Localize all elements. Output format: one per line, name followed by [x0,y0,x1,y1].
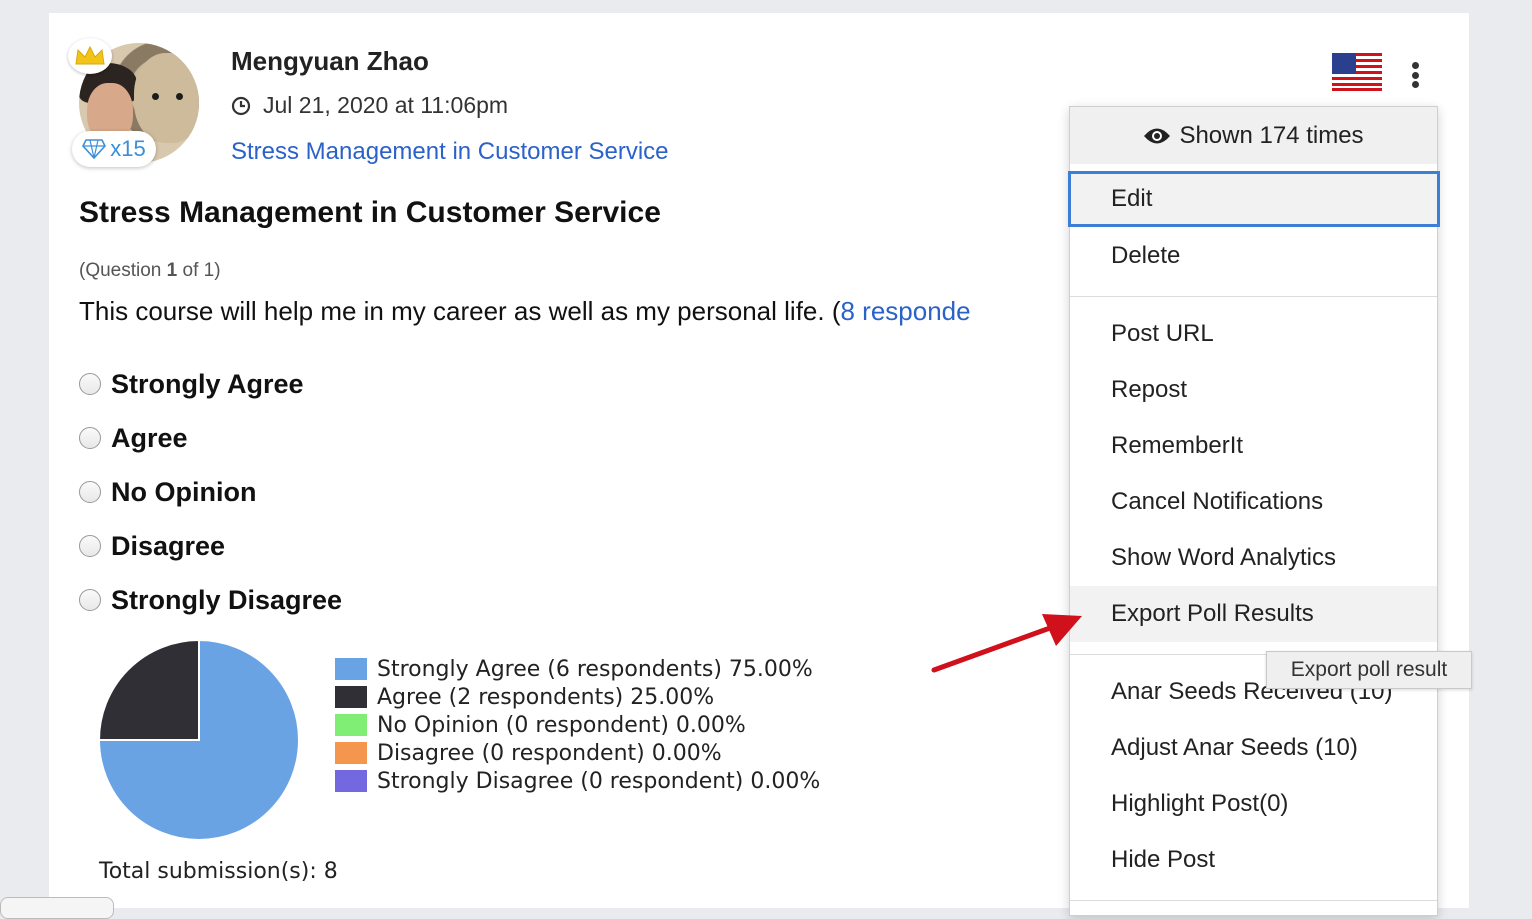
post-title: Stress Management in Customer Service [79,196,661,229]
menu-item-post-url[interactable]: Post URL [1070,306,1437,362]
post-options-menu: Shown 174 times Edit Delete Post URL Rep… [1068,106,1440,916]
clock-icon [231,96,251,115]
legend-entry-4: Strongly Disagree (0 respondent) 0.00% [335,767,820,795]
chart-legend: Strongly Agree (6 respondents) 75.00% Agr… [335,655,820,795]
total-submissions: Total submission(s): 8 [99,859,338,884]
legend-label: No Opinion (0 respondent) 0.00% [377,712,746,738]
menu-item-adjust-anar-seeds[interactable]: Adjust Anar Seeds (10) [1070,720,1437,776]
legend-swatch [335,658,367,680]
option-label: Disagree [111,530,226,561]
menu-divider [1070,296,1437,297]
question-suffix: of 1) [177,260,221,281]
radio-button[interactable] [79,427,101,449]
legend-label: Agree (2 respondents) 25.00% [377,684,715,710]
author-name[interactable]: Mengyuan Zhao [231,46,429,77]
question-number: (Question 1 of 1) [79,260,221,282]
eye-icon [1144,128,1171,143]
menu-item-hide-post[interactable]: Hide Post [1070,832,1437,888]
us-flag-icon[interactable] [1332,53,1382,91]
menu-item-highlight-post[interactable]: Highlight Post(0) [1070,776,1437,832]
avatar-dog [134,53,199,143]
poll-option[interactable]: Agree [79,411,342,465]
question-current: 1 [166,260,178,281]
badge-count: x15 [110,136,146,161]
shown-count-text: Shown 174 times [1179,121,1364,149]
radio-button[interactable] [79,589,101,611]
poll-option[interactable]: Strongly Agree [79,357,342,411]
option-label: Strongly Agree [111,368,304,399]
topic-link[interactable]: Stress Management in Customer Service [231,138,669,166]
menu-item-export-poll-results[interactable]: Export Poll Results [1070,586,1437,642]
timestamp-text: Jul 21, 2020 at 11:06pm [263,92,509,118]
dog-eye [176,93,183,100]
shown-count: Shown 174 times [1070,107,1437,164]
legend-swatch [335,770,367,792]
question-prefix: (Question [79,260,167,281]
menu-item-rememberit[interactable]: RememberIt [1070,418,1437,474]
window-corner [0,897,114,919]
legend-entry-3: Disagree (0 respondent) 0.00% [335,739,820,767]
menu-item-repost[interactable]: Repost [1070,362,1437,418]
results-pie-chart [97,638,300,841]
menu-item-edit[interactable]: Edit [1068,171,1440,227]
diamond-icon [82,139,107,159]
post-timestamp: Jul 21, 2020 at 11:06pm [231,92,508,119]
crown-icon [68,38,112,74]
legend-swatch [335,714,367,736]
legend-entry-1: Agree (2 respondents) 25.00% [335,683,820,711]
export-tooltip: Export poll result [1266,651,1472,689]
menu-item-delete[interactable]: Delete [1070,228,1437,284]
annotation-arrow-icon [931,614,1082,673]
question-body: This course will help me in my career as… [79,296,841,326]
diamond-badge: x15 [72,131,156,167]
legend-swatch [335,742,367,764]
legend-entry-0: Strongly Agree (6 respondents) 75.00% [335,655,820,683]
menu-item-show-word-analytics[interactable]: Show Word Analytics [1070,530,1437,586]
respondents-link[interactable]: 8 responde [840,296,970,326]
dog-eye [152,93,159,100]
radio-button[interactable] [79,373,101,395]
question-text: This course will help me in my career as… [79,296,971,327]
more-options-icon[interactable] [1403,58,1427,92]
radio-button[interactable] [79,535,101,557]
option-label: No Opinion [111,476,257,507]
poll-options: Strongly Agree Agree No Opinion Disagree… [79,357,342,627]
option-label: Strongly Disagree [111,584,343,615]
option-label: Agree [111,422,188,453]
poll-option[interactable]: Strongly Disagree [79,573,342,627]
legend-label: Strongly Agree (6 respondents) 75.00% [377,656,813,682]
legend-label: Strongly Disagree (0 respondent) 0.00% [377,768,821,794]
menu-divider [1070,900,1437,901]
poll-option[interactable]: Disagree [79,519,342,573]
menu-item-cancel-notifications[interactable]: Cancel Notifications [1070,474,1437,530]
pie-slice-1 [97,638,200,741]
legend-entry-2: No Opinion (0 respondent) 0.00% [335,711,820,739]
poll-option[interactable]: No Opinion [79,465,342,519]
legend-swatch [335,686,367,708]
legend-label: Disagree (0 respondent) 0.00% [377,740,722,766]
radio-button[interactable] [79,481,101,503]
